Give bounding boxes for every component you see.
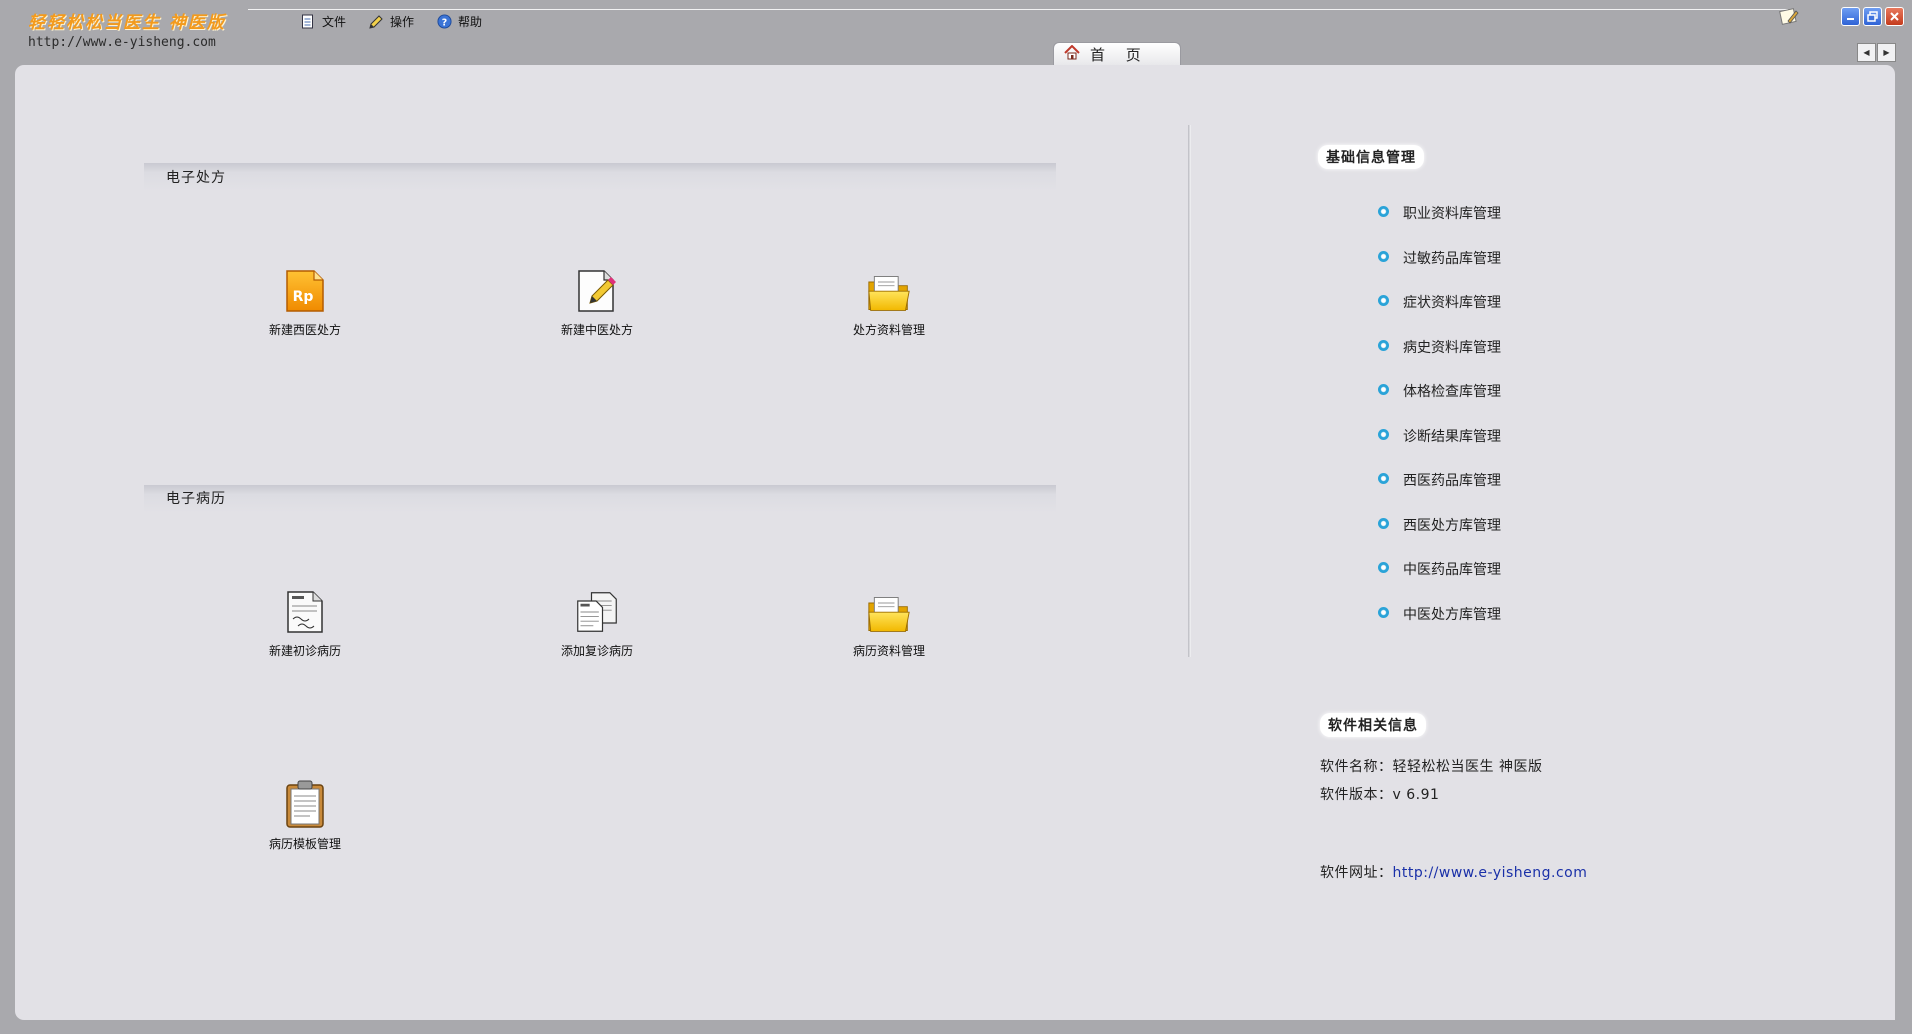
section-title-prescription: 电子处方 — [166, 170, 226, 186]
app-logo: 轻轻松松当医生 神医版 http://www.e-yisheng.com — [28, 8, 248, 52]
close-button[interactable] — [1885, 7, 1904, 26]
new-chinese-prescription-label: 新建中医处方 — [560, 323, 633, 337]
software-site-label: 软件网址： — [1320, 865, 1393, 881]
tab-scroll-left-button[interactable]: ◀ — [1857, 43, 1876, 62]
prescription-records-label: 处方资料管理 — [852, 323, 925, 337]
tab-home[interactable]: 首 页 — [1053, 42, 1181, 66]
restore-icon — [1867, 11, 1878, 22]
basic-info-item[interactable]: 病史资料库管理 — [1378, 337, 1501, 382]
new-chinese-prescription-button[interactable]: 新建中医处方 — [537, 265, 657, 338]
section-band-prescription — [144, 163, 1056, 191]
basic-info-item[interactable]: 症状资料库管理 — [1378, 292, 1501, 337]
document-icon — [300, 14, 316, 30]
bullet-icon — [1378, 606, 1389, 618]
bullet-icon — [1378, 384, 1389, 395]
basic-info-item[interactable]: 中医药品库管理 — [1378, 559, 1501, 604]
bullet-icon — [1378, 250, 1389, 262]
basic-info-item[interactable]: 职业资料库管理 — [1378, 203, 1501, 248]
menu-operate[interactable]: 操作 — [368, 13, 414, 30]
basic-info-item[interactable]: 西医处方库管理 — [1378, 515, 1501, 560]
software-site-link[interactable]: http://www.e-yisheng.com — [1393, 865, 1588, 881]
record-template-label: 病历模板管理 — [268, 837, 341, 851]
top-divider-line — [248, 9, 1788, 10]
record-template-button[interactable]: 病历模板管理 — [245, 779, 365, 852]
svg-text:?: ? — [441, 17, 446, 28]
section-title-medical-record: 电子病历 — [166, 491, 226, 507]
software-site-row: 软件网址：http://www.e-yisheng.com — [1320, 862, 1587, 882]
rp-prescription-icon: Rp — [283, 265, 327, 315]
software-name-row: 软件名称：轻轻松松当医生 神医版 — [1320, 756, 1542, 776]
section-band-medical-record — [144, 485, 1056, 513]
tab-scroll-controls: ◀ ▶ — [1857, 43, 1896, 62]
arrow-left-icon: ◀ — [1863, 48, 1870, 57]
menu-help-label: 帮助 — [458, 15, 483, 29]
notepad-icon — [1779, 8, 1799, 25]
basic-info-item[interactable]: 过敏药品库管理 — [1378, 248, 1501, 293]
basic-info-item[interactable]: 中医处方库管理 — [1378, 604, 1501, 649]
medical-records-label: 病历资料管理 — [852, 644, 925, 658]
software-version-label: 软件版本： — [1320, 787, 1393, 803]
bullet-icon — [1378, 428, 1389, 440]
bullet-icon — [1378, 562, 1389, 573]
home-icon — [1064, 44, 1080, 64]
bullet-icon — [1378, 517, 1389, 529]
software-version-value: v 6.91 — [1392, 787, 1440, 803]
window-controls — [1841, 7, 1904, 26]
bullet-icon — [1378, 473, 1389, 484]
basic-info-item[interactable]: 诊断结果库管理 — [1378, 426, 1501, 471]
clipboard-icon — [283, 779, 327, 829]
main-panel: 电子处方 Rp 新建西医处方 新建中医处方 处方资料管理 电子病历 新建初诊病历… — [15, 65, 1895, 1020]
record-document-icon — [283, 586, 327, 636]
pencil-icon — [368, 14, 384, 30]
new-first-visit-record-label: 新建初诊病历 — [268, 644, 341, 658]
folder-icon — [867, 586, 911, 636]
software-info-heading: 软件相关信息 — [1320, 713, 1426, 737]
svg-text:Rp: Rp — [293, 289, 314, 305]
menu-file-label: 文件 — [322, 15, 347, 29]
basic-info-item[interactable]: 西医药品库管理 — [1378, 470, 1501, 515]
vertical-divider — [1188, 125, 1191, 657]
basic-info-item[interactable]: 体格检查库管理 — [1378, 381, 1501, 426]
restore-button[interactable] — [1863, 7, 1882, 26]
minimize-button[interactable] — [1841, 7, 1860, 26]
add-follow-up-record-button[interactable]: 添加复诊病历 — [537, 586, 657, 659]
help-icon: ? — [436, 14, 452, 30]
software-version-row: 软件版本：v 6.91 — [1320, 784, 1439, 804]
software-name-label: 软件名称： — [1320, 759, 1393, 775]
new-western-prescription-button[interactable]: Rp 新建西医处方 — [245, 265, 365, 338]
menu-bar: 文件 操作 ? 帮助 — [300, 13, 482, 30]
prescription-records-button[interactable]: 处方资料管理 — [829, 265, 949, 338]
basic-info-list: 职业资料库管理 过敏药品库管理 症状资料库管理 病史资料库管理 体格检查库管理 … — [1378, 203, 1501, 648]
folder-icon — [867, 265, 911, 315]
medical-records-button[interactable]: 病历资料管理 — [829, 586, 949, 659]
menu-file[interactable]: 文件 — [300, 13, 346, 30]
close-icon — [1890, 12, 1899, 21]
arrow-right-icon: ▶ — [1883, 48, 1890, 57]
logo-title: 轻轻松松当医生 神医版 — [28, 13, 226, 33]
new-first-visit-record-button[interactable]: 新建初诊病历 — [245, 586, 365, 659]
bullet-icon — [1378, 206, 1389, 217]
software-name-value: 轻轻松松当医生 神医版 — [1392, 759, 1543, 775]
new-western-prescription-label: 新建西医处方 — [268, 323, 341, 337]
bullet-icon — [1378, 339, 1389, 351]
menu-help[interactable]: ? 帮助 — [436, 13, 482, 30]
logo-url: http://www.e-yisheng.com — [28, 35, 216, 50]
basic-info-heading: 基础信息管理 — [1318, 145, 1424, 169]
notepad-button[interactable] — [1778, 7, 1800, 27]
minimize-icon — [1847, 18, 1854, 20]
copy-documents-icon — [575, 586, 619, 636]
edit-document-icon — [575, 265, 619, 315]
add-follow-up-record-label: 添加复诊病历 — [560, 644, 633, 658]
bullet-icon — [1378, 295, 1389, 306]
menu-operate-label: 操作 — [390, 15, 415, 29]
tab-home-label: 首 页 — [1090, 46, 1149, 64]
tab-scroll-right-button[interactable]: ▶ — [1877, 43, 1896, 62]
